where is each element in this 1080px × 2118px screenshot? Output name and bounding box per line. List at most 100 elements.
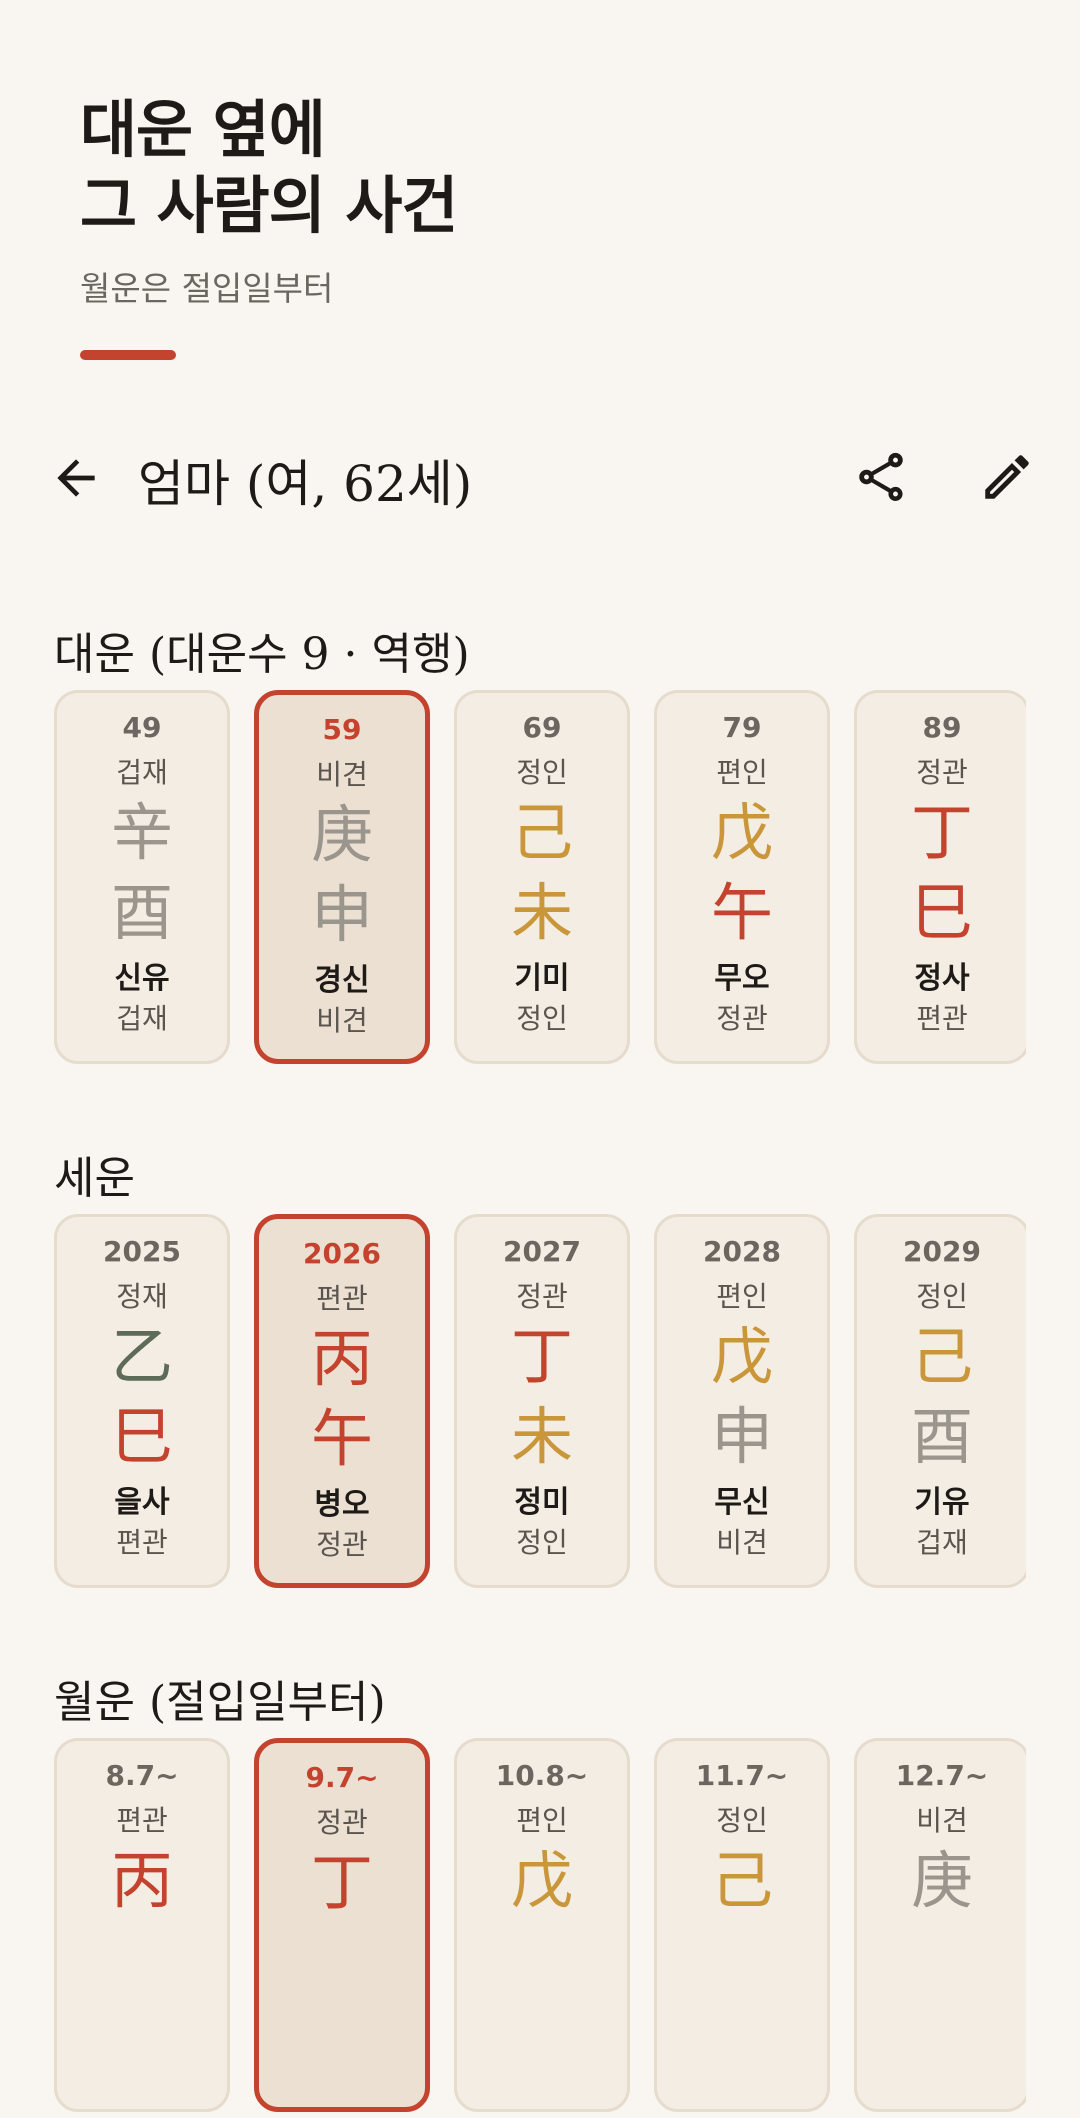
card-branch-hanja: 午 — [310, 1402, 373, 1475]
seun-section: 세운 2025 정재 乙巳 을사 편관 2026 편관 丙午 병오 정관 2027 정관 丁未 정미 정인 2… — [54, 1142, 1080, 1594]
card-stem-hanja: 己 — [710, 1844, 773, 1917]
card-ten-god-top: 정관 — [516, 1280, 568, 1313]
card-stem-hanja: 戊 — [710, 1320, 773, 1393]
card-branch-hanja: 申 — [710, 1400, 773, 1473]
card-korean-name: 기유 — [914, 1485, 970, 1520]
card-stem-hanja: 己 — [910, 1320, 973, 1393]
card-top-label: 2026 — [303, 1237, 381, 1270]
pillar-card[interactable]: 2028 편인 戊申 무신비견 — [654, 1214, 830, 1588]
pillar-card[interactable]: 10.8~ 편인 戊 — [454, 1738, 630, 2112]
card-stem-hanja: 戊 — [710, 796, 773, 869]
pillar-card[interactable]: 79 편인 戊午 무오정관 — [654, 690, 830, 1064]
accent-divider — [80, 350, 176, 360]
card-korean-name: 신유 — [114, 961, 170, 996]
card-ten-god-top: 비견 — [916, 1804, 968, 1837]
card-korean-name: 을사 — [114, 1485, 170, 1520]
card-ten-god-bottom: 비견 — [316, 1004, 368, 1037]
card-branch-hanja — [457, 1921, 627, 2001]
pillar-card[interactable]: 59 비견 庚申 경신 비견 — [254, 690, 430, 1064]
card-korean-name — [857, 2001, 1026, 2045]
card-top-label: 79 — [722, 711, 762, 744]
hero-subtitle: 월운은 절입일부터 — [80, 269, 334, 308]
wolun-cards[interactable]: 8.7~ 편관 丙 9.7~ 정관 丁 10.8~ 편인 戊 11.7~ 정인 己 12.7~ 비견 庚 — [54, 1738, 1026, 2118]
pillar-card[interactable]: 11.7~ 정인 己 — [654, 1738, 830, 2112]
card-top-label: 2025 — [103, 1235, 181, 1268]
card-top-label: 2028 — [703, 1235, 781, 1268]
card-korean-name: 경신 — [314, 963, 370, 998]
daeun-section: 대운 (대운수 9 · 역행) 49 겁재 辛酉 신유 겁재 59 비견 庚申 경신 비견 69 정인… — [54, 618, 1080, 1070]
card-ten-god-bottom — [259, 2047, 425, 2087]
seun-title: 세운 — [54, 1153, 135, 1204]
card-ten-god-bottom: 겁재 — [916, 1526, 968, 1559]
card-branch-hanja: 午 — [710, 876, 773, 949]
card-ten-god-top: 편인 — [716, 1280, 768, 1313]
card-branch-hanja: 未 — [510, 1400, 573, 1473]
arrow-back-icon[interactable] — [48, 450, 104, 506]
pillar-card[interactable]: 49 겁재 辛酉 신유 겁재 — [54, 690, 230, 1064]
pillar-card[interactable]: 2026 편관 丙午 병오 정관 — [254, 1214, 430, 1588]
card-korean-name — [457, 2001, 627, 2045]
card-ten-god-bottom: 편관 — [916, 1002, 968, 1035]
card-ten-god-bottom — [57, 2045, 227, 2085]
card-ten-god-bottom: 정인 — [516, 1002, 568, 1035]
card-ten-god-bottom — [857, 2045, 1026, 2085]
card-korean-name — [259, 2003, 425, 2047]
card-branch-hanja: 申 — [310, 878, 373, 951]
pillar-card[interactable]: 69 정인 己未 기미 정인 — [454, 690, 630, 1064]
card-korean-name: 무오 — [714, 961, 770, 996]
card-top-label: 9.7~ — [305, 1761, 379, 1794]
daeun-cards[interactable]: 49 겁재 辛酉 신유 겁재 59 비견 庚申 경신 비견 69 정인 己未 기미 정인 79 편인 戊午 무오 정관… — [54, 690, 1026, 1070]
card-top-label: 89 — [922, 711, 962, 744]
card-ten-god-top: 편관 — [316, 1282, 368, 1315]
card-branch-hanja — [857, 1921, 1026, 2001]
pillar-card[interactable]: 9.7~ 정관 丁 — [254, 1738, 430, 2112]
card-branch-hanja: 酉 — [910, 1400, 973, 1473]
card-stem-hanja: 丁 — [510, 1320, 573, 1393]
app-bar: 엄마 (여, 62세) — [0, 440, 1080, 513]
card-ten-god-bottom: 정관 — [716, 1002, 768, 1035]
card-branch-hanja: 巳 — [910, 876, 973, 949]
card-top-label: 10.8~ — [495, 1759, 589, 1792]
card-ten-god-top: 정관 — [316, 1806, 368, 1839]
edit-pencil-icon[interactable] — [978, 448, 1036, 506]
card-top-label: 11.7~ — [695, 1759, 789, 1792]
seun-cards[interactable]: 2025 정재 乙巳 을사 편관 2026 편관 丙午 병오 정관 2027 정관 丁未 정미 정인 2028… — [54, 1214, 1026, 1594]
card-ten-god-bottom: 정관 — [316, 1528, 368, 1561]
card-top-label: 69 — [522, 711, 562, 744]
card-ten-god-top: 겁재 — [116, 756, 168, 789]
card-stem-hanja: 乙 — [110, 1320, 173, 1393]
share-icon[interactable] — [852, 448, 910, 506]
card-ten-god-top: 편인 — [716, 756, 768, 789]
card-branch-hanja: 未 — [510, 876, 573, 949]
card-stem-hanja: 丁 — [310, 1846, 373, 1919]
card-ten-god-top: 정인 — [716, 1804, 768, 1837]
card-stem-hanja: 丙 — [110, 1844, 173, 1917]
card-stem-hanja: 丙 — [310, 1322, 373, 1395]
card-top-label: 12.7~ — [895, 1759, 989, 1792]
pillar-card[interactable]: 8.7~ 편관 丙 — [54, 1738, 230, 2112]
card-top-label: 8.7~ — [105, 1759, 179, 1792]
pillar-card[interactable]: 2025 정재 乙巳 을사 편관 — [54, 1214, 230, 1588]
hero-header: 대운 옆에 그 사람의 사건 월운은 절입일부터 — [80, 92, 458, 360]
hero-title-line2: 그 사람의 사건 — [80, 169, 458, 242]
profile-title: 엄마 (여, 62세) — [138, 455, 473, 513]
card-ten-god-bottom: 비견 — [716, 1526, 768, 1559]
card-branch-hanja — [657, 1921, 827, 2001]
card-korean-name: 무신 — [714, 1485, 770, 1520]
pillar-card[interactable]: 12.7~ 비견 庚 — [854, 1738, 1026, 2112]
card-top-label: 49 — [122, 711, 162, 744]
card-ten-god-top: 정재 — [116, 1280, 168, 1313]
card-branch-hanja: 巳 — [110, 1400, 173, 1473]
card-stem-hanja: 辛 — [110, 796, 173, 869]
wolun-title: 월운 (절입일부터) — [54, 1677, 386, 1728]
pillar-card[interactable]: 89 정관 丁巳 정사 편관 — [854, 690, 1026, 1064]
card-ten-god-top: 정관 — [916, 756, 968, 789]
card-ten-god-top: 정인 — [516, 756, 568, 789]
card-ten-god-bottom — [657, 2045, 827, 2085]
card-korean-name — [57, 2001, 227, 2045]
pillar-card[interactable]: 2027 정관 丁未 정미 정인 — [454, 1214, 630, 1588]
pillar-card[interactable]: 2029 정인 己酉 기유 겁재 — [854, 1214, 1026, 1588]
card-korean-name: 정미 — [514, 1485, 570, 1520]
daeun-title: 대운 (대운수 9 · 역행) — [54, 629, 470, 680]
card-stem-hanja: 丁 — [910, 796, 973, 869]
